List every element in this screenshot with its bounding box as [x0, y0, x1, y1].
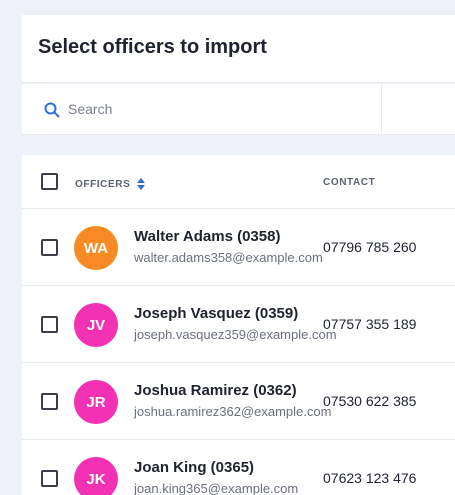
avatar: JK: [74, 457, 118, 495]
avatar: JV: [74, 303, 118, 347]
row-checkbox[interactable]: [41, 316, 58, 333]
avatar: JR: [74, 380, 118, 424]
officer-email: walter.adams358@example.com: [134, 250, 323, 265]
search-box[interactable]: [22, 84, 382, 135]
table-row[interactable]: JR Joshua Ramirez (0362) joshua.ramirez3…: [22, 363, 455, 440]
contact-column-header: CONTACT: [323, 177, 376, 188]
officer-name: Walter Adams (0358): [134, 228, 281, 245]
sort-icon[interactable]: [137, 178, 146, 190]
row-checkbox[interactable]: [41, 239, 58, 256]
officer-phone: 07623 123 476: [323, 470, 417, 486]
officer-email: joan.king365@example.com: [134, 481, 299, 495]
table-row[interactable]: JV Joseph Vasquez (0359) joseph.vasquez3…: [22, 286, 455, 363]
officers-column-label: OFFICERS: [75, 178, 131, 190]
table-header: OFFICERS CONTACT: [22, 155, 455, 209]
row-checkbox[interactable]: [41, 470, 58, 487]
officer-email: joshua.ramirez362@example.com: [134, 404, 332, 419]
page-title: Select officers to import: [38, 36, 267, 58]
table-row[interactable]: JK Joan King (0365) joan.king365@example…: [22, 440, 455, 495]
officer-phone: 07796 785 260: [323, 239, 417, 255]
table-row[interactable]: WA Walter Adams (0358) walter.adams358@e…: [22, 209, 455, 286]
page-header: Select officers to import: [22, 15, 455, 83]
avatar: WA: [74, 226, 118, 270]
officer-name: Joshua Ramirez (0362): [134, 382, 297, 399]
officers-table: OFFICERS CONTACT WA Walter Adams (0358) …: [22, 155, 455, 495]
search-icon: [44, 102, 60, 118]
select-all-checkbox[interactable]: [41, 173, 58, 190]
officers-column-header[interactable]: OFFICERS: [75, 178, 146, 190]
officer-name: Joan King (0365): [134, 459, 255, 476]
officer-phone: 07530 622 385: [323, 393, 417, 409]
officer-name: Joseph Vasquez (0359): [134, 305, 299, 322]
officer-phone: 07757 355 189: [323, 316, 417, 332]
search-bar: [22, 84, 455, 135]
search-input[interactable]: [68, 98, 368, 120]
officer-email: joseph.vasquez359@example.com: [134, 327, 337, 342]
row-checkbox[interactable]: [41, 393, 58, 410]
